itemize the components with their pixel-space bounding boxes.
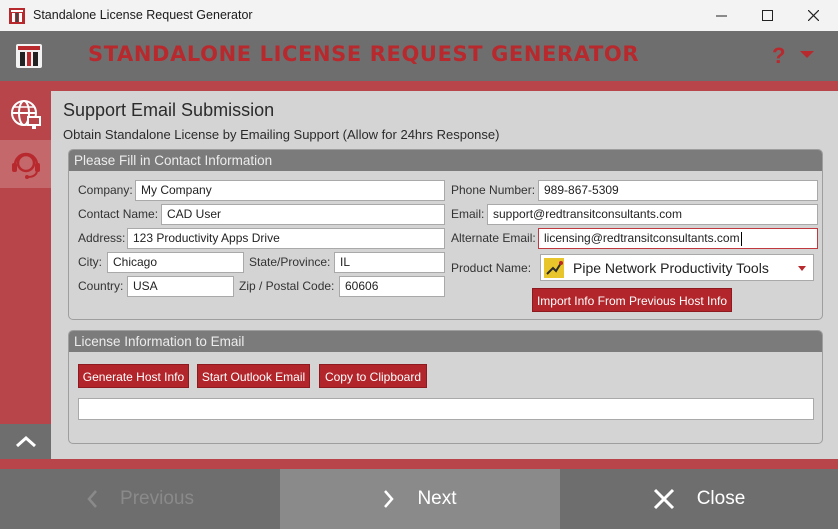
sidebar (0, 91, 51, 459)
page-subtitle: Obtain Standalone License by Emailing Su… (63, 127, 500, 142)
country-label: Country: (78, 279, 124, 293)
contact-name-field[interactable]: CAD User (161, 204, 445, 225)
city-label: City: (78, 255, 102, 269)
address-field[interactable]: 123 Productivity Apps Drive (127, 228, 445, 249)
email-field[interactable]: support@redtransitconsultants.com (487, 204, 818, 225)
alt-email-value: licensing@redtransitconsultants.com (544, 231, 740, 245)
product-name-select[interactable]: Pipe Network Productivity Tools (540, 254, 814, 281)
app-window: Standalone License Request Generator STA… (0, 0, 838, 529)
close-icon (653, 488, 675, 510)
company-label: Company: (78, 183, 133, 197)
next-label: Next (417, 488, 457, 509)
window-titlebar: Standalone License Request Generator (0, 0, 838, 31)
maximize-icon (761, 10, 773, 21)
generate-host-info-button[interactable]: Generate Host Info (78, 364, 189, 388)
app-header: STANDALONE LICENSE REQUEST GENERATOR ? (0, 31, 838, 81)
alt-email-field[interactable]: licensing@redtransitconsultants.com (538, 228, 818, 249)
headset-support-icon (11, 152, 40, 179)
next-button[interactable]: Next (280, 469, 560, 529)
previous-button[interactable]: Previous (0, 469, 280, 529)
app-logo-icon (9, 8, 25, 24)
chevron-up-icon (15, 435, 36, 447)
close-window-button[interactable] (790, 0, 836, 31)
help-button[interactable]: ? (772, 43, 785, 69)
sidebar-collapse-button[interactable] (0, 424, 51, 459)
previous-label: Previous (120, 488, 194, 509)
phone-label: Phone Number: (451, 183, 536, 197)
product-name-value: Pipe Network Productivity Tools (573, 260, 769, 276)
header-accent-stripe (0, 81, 838, 91)
page-title: Support Email Submission (63, 100, 275, 120)
globe-monitor-icon (10, 100, 41, 129)
main-content: Support Email Submission Obtain Standalo… (51, 91, 838, 459)
alt-email-label: Alternate Email: (451, 231, 536, 245)
copy-to-clipboard-button[interactable]: Copy to Clipboard (319, 364, 427, 388)
license-output-field[interactable] (78, 398, 814, 420)
contact-info-heading: Please Fill in Contact Information (69, 150, 822, 171)
sidebar-item-support-email[interactable] (0, 140, 51, 188)
app-logo-icon (16, 44, 42, 68)
product-name-label: Product Name: (451, 261, 532, 275)
chevron-right-icon (383, 489, 395, 509)
minimize-button[interactable] (698, 0, 744, 31)
country-field[interactable]: USA (127, 276, 234, 297)
text-cursor (740, 231, 742, 246)
zip-field[interactable]: 60606 (339, 276, 445, 297)
address-label: Address: (78, 231, 126, 245)
close-icon (807, 10, 819, 21)
contact-name-label: Contact Name: (78, 207, 159, 221)
app-title: STANDALONE LICENSE REQUEST GENERATOR (88, 42, 640, 66)
email-label: Email: (451, 207, 485, 221)
import-host-info-button[interactable]: Import Info From Previous Host Info (532, 288, 732, 312)
window-title: Standalone License Request Generator (33, 8, 253, 22)
footer-accent-stripe (0, 459, 838, 469)
minimize-icon (715, 15, 727, 17)
footer-nav: Previous Next Close (0, 469, 838, 529)
chevron-left-icon (86, 489, 98, 509)
contact-info-group: Please Fill in Contact Information Compa… (68, 149, 823, 320)
chevron-down-icon (798, 266, 806, 271)
license-info-heading: License Information to Email (69, 331, 822, 352)
phone-field[interactable]: 989-867-5309 (538, 180, 818, 201)
pipe-tools-icon (544, 258, 564, 278)
company-field[interactable]: My Company (135, 180, 445, 201)
state-field[interactable]: IL (334, 252, 445, 273)
zip-label: Zip / Postal Code: (239, 279, 335, 293)
close-button[interactable]: Close (560, 469, 838, 529)
license-info-group: License Information to Email Generate Ho… (68, 330, 823, 444)
maximize-button[interactable] (744, 0, 790, 31)
help-dropdown-chevron-icon[interactable] (800, 51, 814, 58)
sidebar-item-online-request[interactable] (0, 91, 51, 139)
close-label: Close (696, 488, 746, 509)
city-field[interactable]: Chicago (107, 252, 244, 273)
start-outlook-email-button[interactable]: Start Outlook Email (197, 364, 310, 388)
state-label: State/Province: (249, 255, 331, 269)
